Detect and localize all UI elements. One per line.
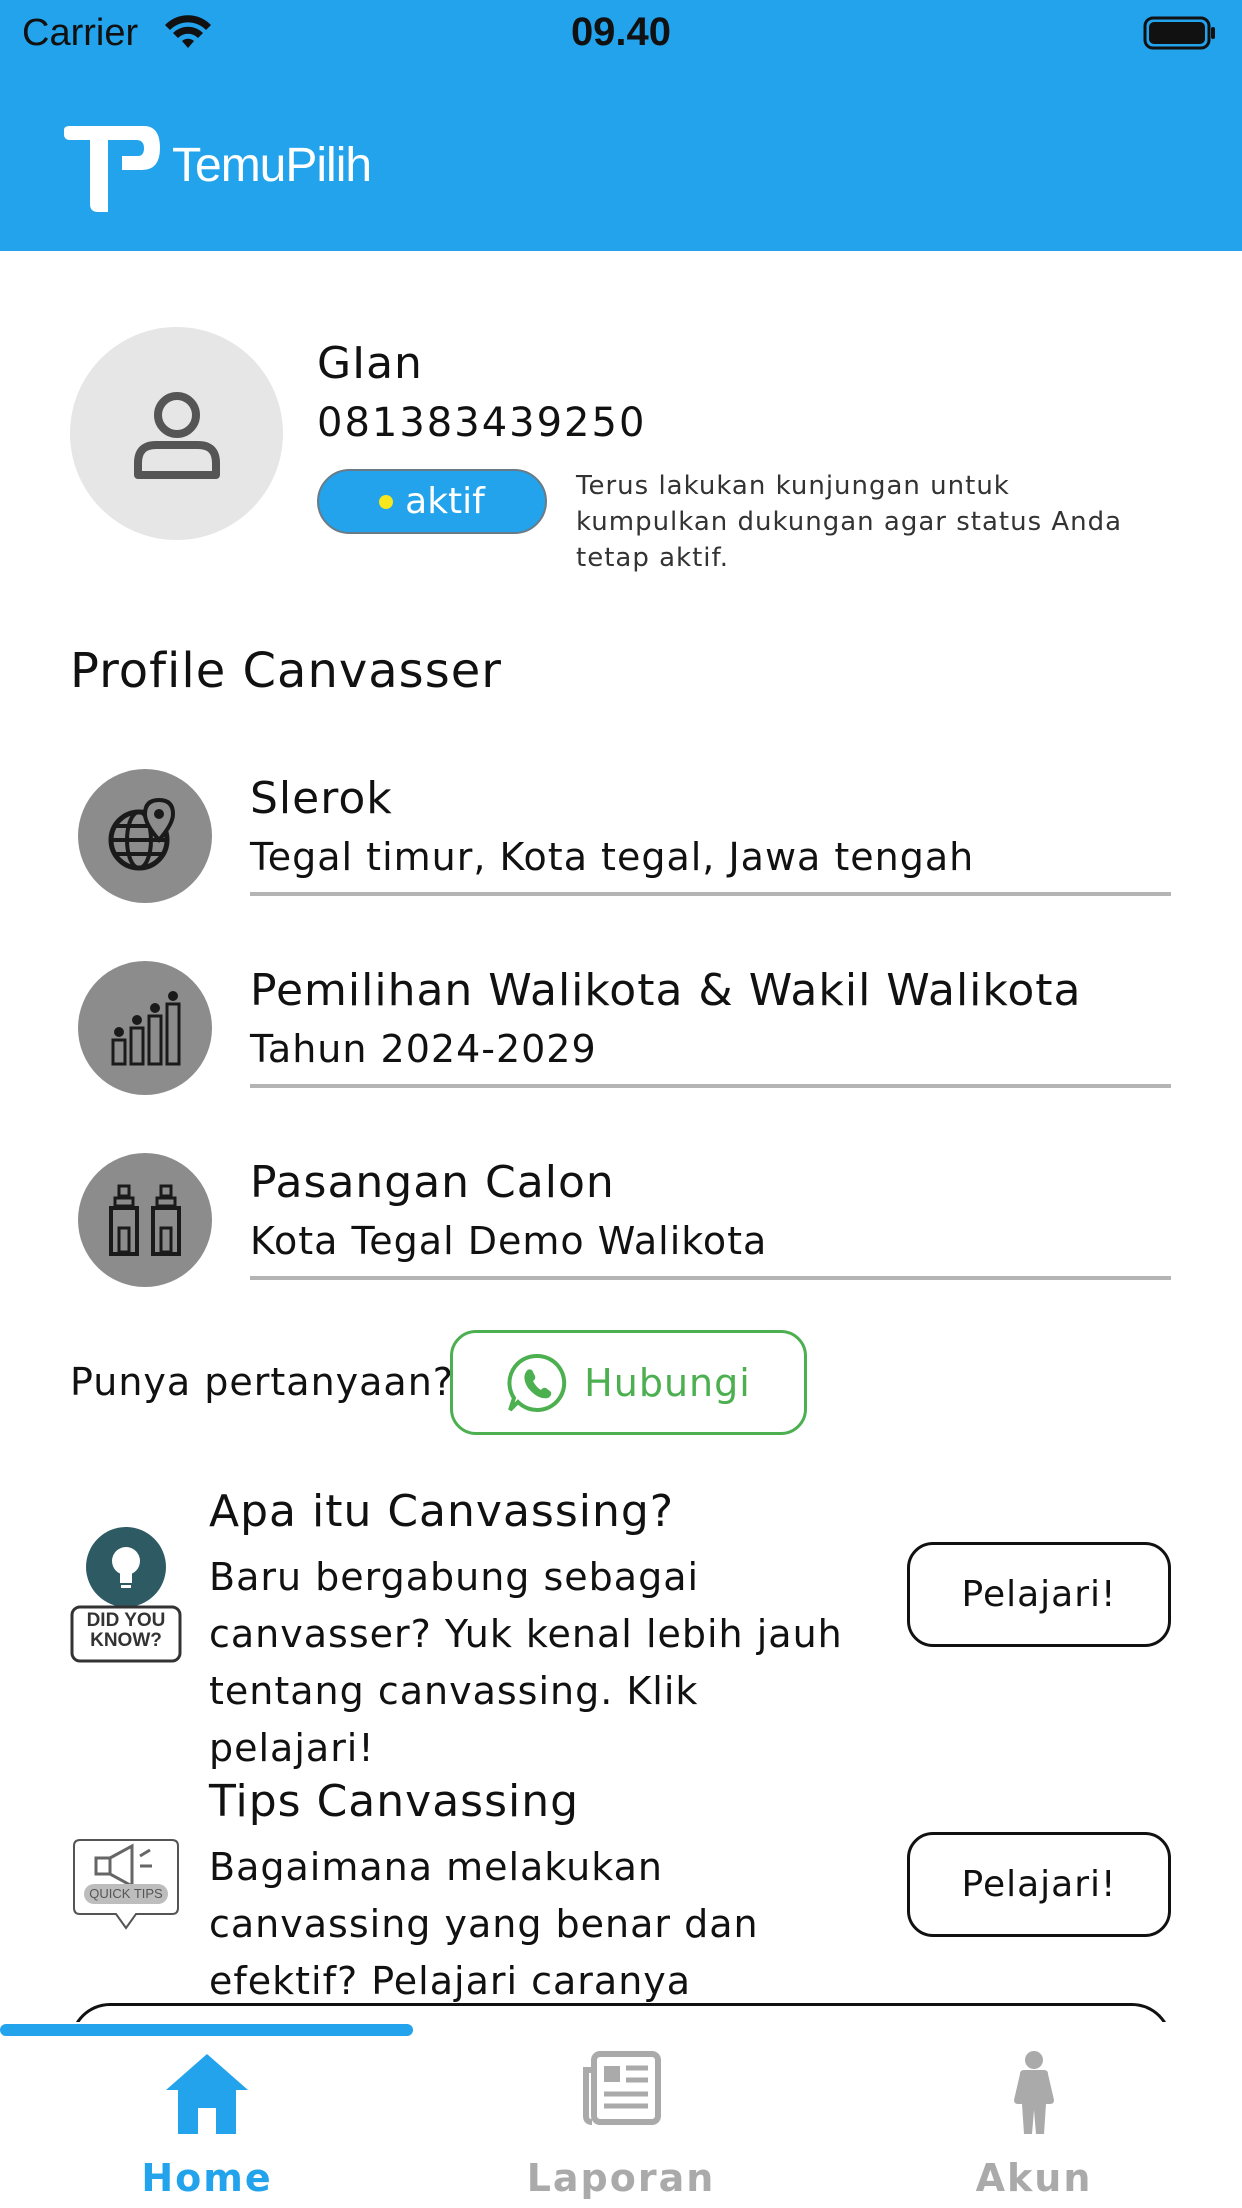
growth-chart-icon <box>78 961 212 1095</box>
learn-title: Apa itu Canvassing? <box>209 1486 675 1537</box>
nav-item-home[interactable]: Home <box>77 2050 337 2208</box>
app-header: Carrier 09.40 TemuPilih <box>0 0 1242 251</box>
learn-card-canvassing: DID YOU KNOW? Apa itu Canvassing? Baru b… <box>70 1480 1172 1770</box>
nav-label: Home <box>141 2156 273 2200</box>
user-phone: 081383439250 <box>317 400 647 446</box>
learn-more-button[interactable]: Pelajari! <box>907 1542 1171 1647</box>
nav-label: Laporan <box>526 2156 716 2200</box>
person-icon <box>1014 2051 1054 2134</box>
divider <box>250 1276 1171 1280</box>
status-dot-icon <box>379 494 394 509</box>
info-title: Pasangan Calon <box>250 1157 615 1208</box>
divider <box>250 1084 1171 1088</box>
section-title: Profile Canvasser <box>70 643 502 699</box>
info-subtitle: Tahun 2024-2029 <box>250 1027 597 1071</box>
learn-description: Baru bergabung sebagai canvasser? Yuk ke… <box>209 1555 843 1770</box>
avatar[interactable] <box>70 327 283 540</box>
info-subtitle: Tegal timur, Kota tegal, Jawa tengah <box>250 835 975 879</box>
candidates-icon <box>78 1153 212 1287</box>
learn-title: Tips Canvassing <box>209 1776 580 1827</box>
info-subtitle: Kota Tegal Demo Walikota <box>250 1219 768 1263</box>
user-name: GIan <box>317 338 423 389</box>
status-note: Terus lakukan kunjungan untuk kumpulkan … <box>576 471 1123 573</box>
quick-tips-icon <box>73 1839 179 1930</box>
info-row-election: Pemilihan Walikota & Wakil Walikota Tahu… <box>78 961 1171 1101</box>
nav-item-akun[interactable]: Akun <box>904 2050 1164 2208</box>
question-label: Punya pertanyaan? <box>70 1360 454 1404</box>
battery-icon <box>1143 16 1215 50</box>
info-title: Pemilihan Walikota & Wakil Walikota <box>250 965 1082 1016</box>
divider <box>250 892 1171 896</box>
info-title: Slerok <box>250 773 393 824</box>
logo-text: TemuPilih <box>172 139 372 192</box>
quick-tips-label: QUICK TIPS <box>89 1886 163 1901</box>
nav-item-laporan[interactable]: Laporan <box>491 2050 751 2208</box>
learn-card-tips: QUICK TIPS Tips Canvassing Bagaimana mel… <box>70 1770 1172 2060</box>
globe-location-icon <box>78 769 212 903</box>
info-row-candidates: Pasangan Calon Kota Tegal Demo Walikota <box>78 1153 1171 1293</box>
nav-label: Akun <box>975 2156 1093 2200</box>
status-badge: aktif <box>317 469 547 534</box>
logo-mark-icon <box>64 126 160 212</box>
info-row-location: Slerok Tegal timur, Kota tegal, Jawa ten… <box>78 769 1171 909</box>
contact-button-label: Hubungi <box>584 1360 751 1405</box>
status-bar: Carrier 09.40 <box>0 0 1242 70</box>
clock: 09.40 <box>570 10 672 54</box>
contact-whatsapp-button[interactable]: Hubungi <box>450 1330 807 1435</box>
newspaper-icon <box>583 2051 661 2125</box>
did-you-know-label: DID YOU KNOW? <box>86 1610 166 1651</box>
app-logo: TemuPilih <box>64 126 384 212</box>
home-icon <box>166 2054 248 2134</box>
user-icon <box>134 392 220 479</box>
whatsapp-icon <box>507 1353 567 1412</box>
learn-more-button[interactable]: Pelajari! <box>907 1832 1171 1937</box>
scroll-indicator <box>0 2024 413 2036</box>
status-label: aktif <box>405 481 485 522</box>
